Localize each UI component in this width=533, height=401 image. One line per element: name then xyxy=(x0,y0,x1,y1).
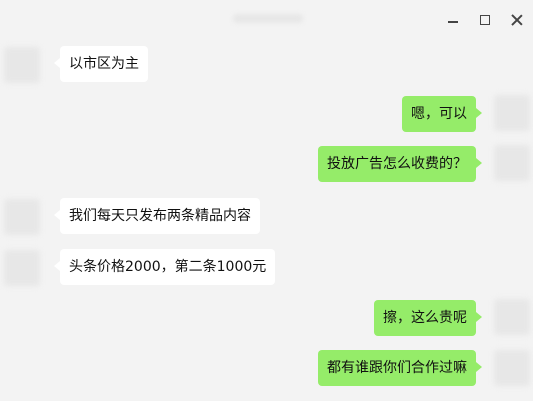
message-bubble-incoming[interactable]: 我们每天只发布两条精品内容 xyxy=(54,198,260,234)
minimize-button[interactable] xyxy=(437,0,469,40)
window-controls xyxy=(437,0,533,40)
contact-avatar[interactable] xyxy=(4,250,40,286)
chat-window: 以市区为主 嗯，可以 投放广告怎么收费的？ 我们每天只发布两条精品内容 头条价格… xyxy=(0,0,533,401)
message-text: 以市区为主 xyxy=(69,56,139,72)
contact-avatar[interactable] xyxy=(4,47,40,83)
message-text: 头条价格2000，第二条1000元 xyxy=(69,259,267,275)
maximize-button[interactable] xyxy=(469,0,501,40)
close-icon xyxy=(511,14,523,26)
close-button[interactable] xyxy=(501,0,533,40)
message-bubble-outgoing[interactable]: 擦，这么贵呢 xyxy=(374,300,482,336)
minimize-icon xyxy=(448,21,458,23)
message-bubble-incoming[interactable]: 以市区为主 xyxy=(54,46,148,82)
message-text: 嗯，可以 xyxy=(411,106,467,122)
own-avatar[interactable] xyxy=(494,145,530,181)
own-avatar[interactable] xyxy=(494,299,530,335)
own-avatar[interactable] xyxy=(494,95,530,131)
own-avatar[interactable] xyxy=(494,350,530,386)
contact-avatar[interactable] xyxy=(4,199,40,235)
message-bubble-outgoing[interactable]: 投放广告怎么收费的？ xyxy=(318,146,482,182)
maximize-icon xyxy=(480,15,490,25)
message-bubble-outgoing[interactable]: 嗯，可以 xyxy=(402,96,482,132)
chat-title-obscured xyxy=(233,14,303,23)
message-text: 擦，这么贵呢 xyxy=(383,310,467,326)
message-text: 我们每天只发布两条精品内容 xyxy=(69,208,251,224)
message-bubble-incoming[interactable]: 头条价格2000，第二条1000元 xyxy=(53,249,276,285)
message-text: 都有谁跟你们合作过嘛 xyxy=(327,360,467,376)
message-bubble-outgoing[interactable]: 都有谁跟你们合作过嘛 xyxy=(318,350,482,386)
message-text: 投放广告怎么收费的？ xyxy=(327,156,467,172)
